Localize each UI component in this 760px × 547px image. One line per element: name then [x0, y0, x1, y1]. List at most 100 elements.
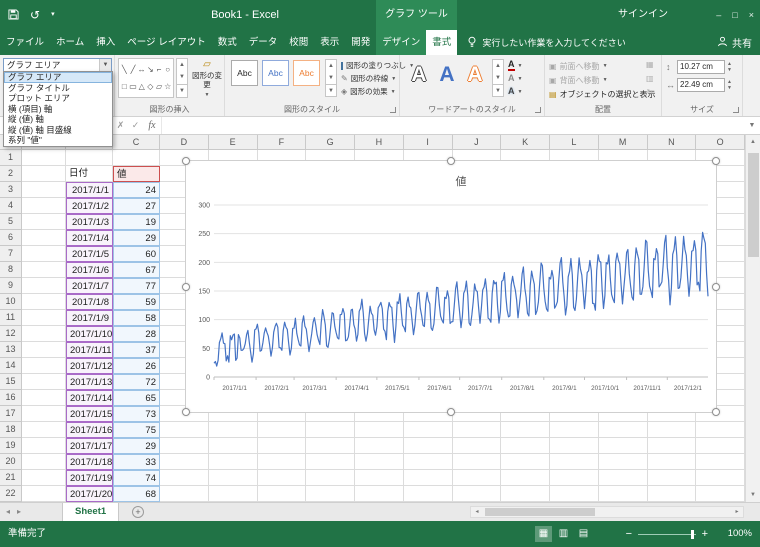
cell-C16[interactable]: 65 [113, 390, 160, 406]
cell-B14[interactable]: 2017/1/12 [66, 358, 113, 374]
row-header-10[interactable]: 10 [0, 294, 22, 310]
row-header-19[interactable]: 19 [0, 438, 22, 454]
spinner-arrows[interactable]: ▲▼ [727, 79, 732, 91]
cell-A12[interactable] [22, 326, 66, 342]
cell-D18[interactable] [160, 422, 209, 438]
zoom-slider-thumb[interactable] [691, 530, 694, 539]
cell-C22[interactable]: 68 [113, 486, 160, 502]
cell-I21[interactable] [404, 470, 453, 486]
chart-selection-handle[interactable] [712, 157, 720, 165]
cell-J22[interactable] [453, 486, 502, 502]
column-header-I[interactable]: I [404, 135, 453, 150]
cell-B16[interactable]: 2017/1/14 [66, 390, 113, 406]
dialog-launcher-icon[interactable] [390, 107, 396, 113]
horizontal-scrollbar-thumb[interactable] [485, 508, 595, 516]
gallery-more-icon[interactable]: ▼ [177, 84, 187, 97]
vertical-scrollbar-thumb[interactable] [748, 153, 759, 257]
shape-style-2[interactable]: Abc [262, 60, 289, 86]
cell-C12[interactable]: 28 [113, 326, 160, 342]
row-header-7[interactable]: 7 [0, 246, 22, 262]
tab-開発[interactable]: 開発 [345, 30, 376, 55]
column-header-N[interactable]: N [648, 135, 697, 150]
cell-F22[interactable] [258, 486, 307, 502]
cell-C6[interactable]: 29 [113, 230, 160, 246]
cell-A2[interactable] [22, 166, 66, 182]
cell-C4[interactable]: 27 [113, 198, 160, 214]
width-spinner[interactable]: ↔ 22.49 cm ▲▼ [666, 77, 732, 92]
cell-C21[interactable]: 74 [113, 470, 160, 486]
parallelogram-shape-icon[interactable]: ▱ [155, 78, 164, 95]
cell-A1[interactable] [22, 150, 66, 166]
chart-selection-handle[interactable] [712, 408, 720, 416]
cell-N21[interactable] [648, 470, 697, 486]
cell-A10[interactable] [22, 294, 66, 310]
row-header-21[interactable]: 21 [0, 470, 22, 486]
undo-icon[interactable]: ↺ [30, 9, 40, 21]
group-icon[interactable]: ▥ [646, 73, 654, 85]
shape-style-scrollbar[interactable]: ▲▼▼ [325, 59, 337, 97]
cell-I19[interactable] [404, 438, 453, 454]
dropdown-item-4[interactable]: 横 (項目) 軸 [4, 104, 112, 115]
cell-C10[interactable]: 59 [113, 294, 160, 310]
cell-J18[interactable] [453, 422, 502, 438]
gallery-more-icon[interactable]: ▼ [493, 84, 503, 97]
cell-B20[interactable]: 2017/1/18 [66, 454, 113, 470]
zoom-slider[interactable] [638, 534, 696, 535]
cell-C18[interactable]: 75 [113, 422, 160, 438]
bring-forward-button[interactable]: ▣前面へ移動▼ [549, 59, 656, 73]
cell-G18[interactable] [306, 422, 355, 438]
row-header-20[interactable]: 20 [0, 454, 22, 470]
maximize-icon[interactable]: □ [732, 10, 737, 20]
cell-B2[interactable]: 日付 [66, 166, 113, 182]
cell-G22[interactable] [306, 486, 355, 502]
cell-O22[interactable] [696, 486, 745, 502]
cell-C14[interactable]: 26 [113, 358, 160, 374]
cell-A11[interactable] [22, 310, 66, 326]
row-header-22[interactable]: 22 [0, 486, 22, 502]
cell-O18[interactable] [696, 422, 745, 438]
cell-F19[interactable] [258, 438, 307, 454]
tab-表示[interactable]: 表示 [314, 30, 345, 55]
cell-M22[interactable] [599, 486, 648, 502]
zoom-out-icon[interactable]: − [626, 521, 632, 547]
oval-shape-icon[interactable]: ○ [163, 61, 172, 78]
column-header-O[interactable]: O [696, 135, 745, 150]
cell-K18[interactable] [501, 422, 550, 438]
cell-A15[interactable] [22, 374, 66, 390]
cell-F21[interactable] [258, 470, 307, 486]
cell-L18[interactable] [550, 422, 599, 438]
zoom-level[interactable]: 100% [716, 521, 752, 547]
rect-shape-icon[interactable]: □ [120, 78, 129, 95]
cell-K20[interactable] [501, 454, 550, 470]
cell-A22[interactable] [22, 486, 66, 502]
wordart-scrollbar[interactable]: ▲▼▼ [492, 59, 504, 97]
cell-E20[interactable] [209, 454, 258, 470]
cell-K22[interactable] [501, 486, 550, 502]
rotate-icon[interactable]: ↻ [646, 87, 654, 99]
chart-selection-handle[interactable] [447, 157, 455, 165]
cell-B22[interactable]: 2017/1/20 [66, 486, 113, 502]
cell-A17[interactable] [22, 406, 66, 422]
shape-effects-button[interactable]: ◈図形の効果▼ [341, 85, 397, 98]
dropdown-item-2[interactable]: グラフ タイトル [4, 83, 112, 94]
cell-C11[interactable]: 58 [113, 310, 160, 326]
cell-C5[interactable]: 19 [113, 214, 160, 230]
cell-B11[interactable]: 2017/1/9 [66, 310, 113, 326]
cell-A19[interactable] [22, 438, 66, 454]
qat-customize-icon[interactable]: ▾ [51, 9, 55, 21]
cell-B5[interactable]: 2017/1/3 [66, 214, 113, 230]
cell-B8[interactable]: 2017/1/6 [66, 262, 113, 278]
row-header-14[interactable]: 14 [0, 358, 22, 374]
dialog-launcher-icon[interactable] [535, 107, 541, 113]
cell-O20[interactable] [696, 454, 745, 470]
column-header-J[interactable]: J [453, 135, 502, 150]
tab-書式[interactable]: 書式 [426, 30, 457, 55]
row-header-4[interactable]: 4 [0, 198, 22, 214]
scroll-down-icon[interactable]: ▼ [177, 71, 187, 83]
chart-selection-handle[interactable] [182, 157, 190, 165]
row-header-17[interactable]: 17 [0, 406, 22, 422]
elbow-shape-icon[interactable]: ⌐ [155, 61, 164, 78]
send-backward-button[interactable]: ▣背面へ移動▼ [549, 73, 656, 87]
tab-データ[interactable]: データ [243, 30, 284, 55]
cell-B17[interactable]: 2017/1/15 [66, 406, 113, 422]
